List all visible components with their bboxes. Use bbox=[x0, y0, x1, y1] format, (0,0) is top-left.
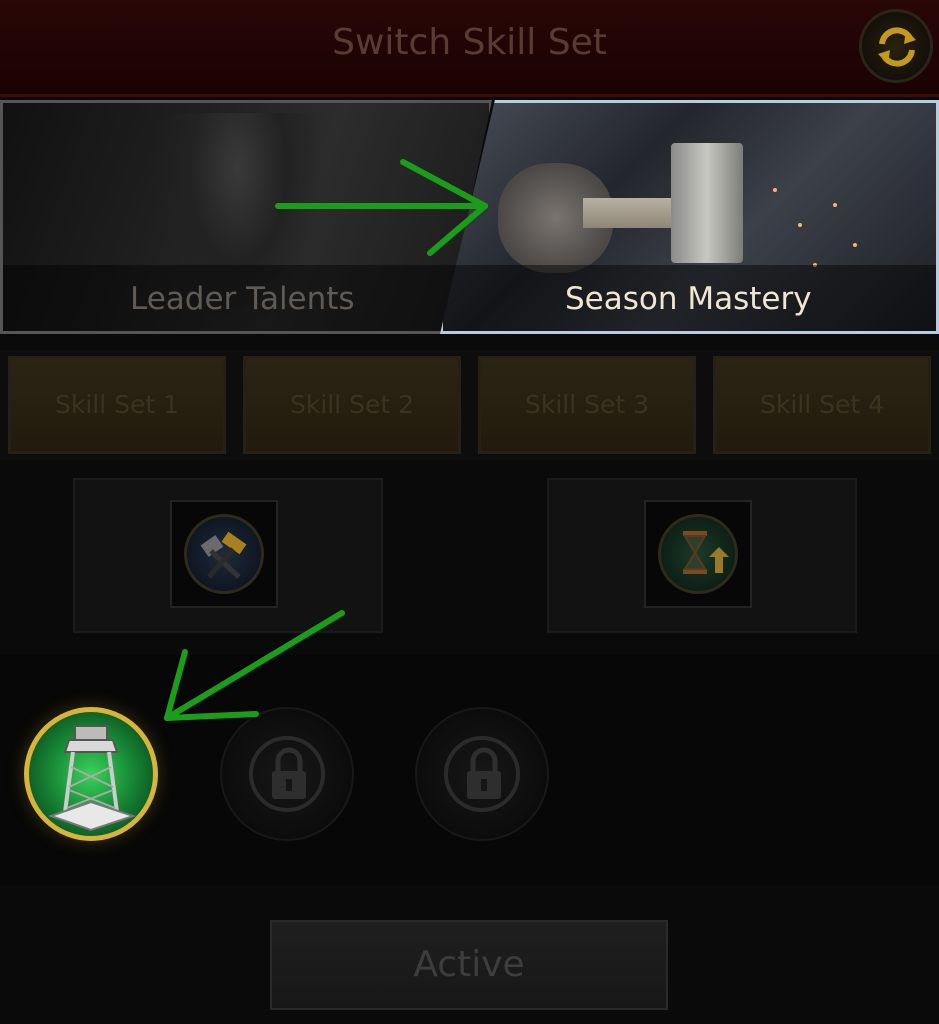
tab-label: Leader Talents bbox=[130, 281, 355, 317]
page-title: Switch Skill Set bbox=[332, 22, 607, 63]
active-button[interactable]: Active bbox=[270, 920, 668, 1010]
refresh-icon bbox=[878, 27, 916, 67]
tab-label: Season Mastery bbox=[565, 281, 812, 317]
mode-tabs: Leader Talents Season Mastery bbox=[0, 100, 939, 336]
mastery-slot-locked[interactable] bbox=[415, 707, 549, 841]
skill-set-4-button[interactable]: Skill Set 4 bbox=[713, 356, 931, 454]
header-bar: Switch Skill Set bbox=[0, 0, 939, 97]
spark bbox=[798, 223, 802, 227]
skill-panel-right bbox=[547, 478, 857, 633]
skill-set-3-button[interactable]: Skill Set 3 bbox=[478, 356, 696, 454]
mastery-slots-band bbox=[0, 655, 939, 885]
skill-set-1-button[interactable]: Skill Set 1 bbox=[8, 356, 226, 454]
spark bbox=[853, 243, 857, 247]
skill-slot[interactable] bbox=[170, 500, 278, 608]
lock-icon bbox=[467, 747, 501, 799]
hammer-handle-image bbox=[583, 198, 683, 228]
lock-icon bbox=[272, 747, 306, 799]
skill-set-row: Skill Set 1 Skill Set 2 Skill Set 3 Skil… bbox=[0, 350, 939, 460]
hammer-tools-icon bbox=[184, 514, 264, 594]
refresh-button[interactable] bbox=[859, 9, 933, 83]
spark bbox=[833, 203, 837, 207]
watchtower-icon bbox=[47, 725, 137, 832]
hammer-head-image bbox=[671, 143, 743, 263]
skill-set-2-button[interactable]: Skill Set 2 bbox=[243, 356, 461, 454]
spark bbox=[773, 188, 777, 192]
mastery-slot-active[interactable] bbox=[24, 707, 158, 841]
tab-season-mastery[interactable]: Season Mastery bbox=[440, 100, 939, 334]
mastery-slot-locked[interactable] bbox=[220, 707, 354, 841]
hourglass-upgrade-icon bbox=[658, 514, 738, 594]
skill-panel-left bbox=[73, 478, 383, 633]
tab-leader-talents[interactable]: Leader Talents bbox=[0, 100, 492, 334]
skill-slot[interactable] bbox=[644, 500, 752, 608]
